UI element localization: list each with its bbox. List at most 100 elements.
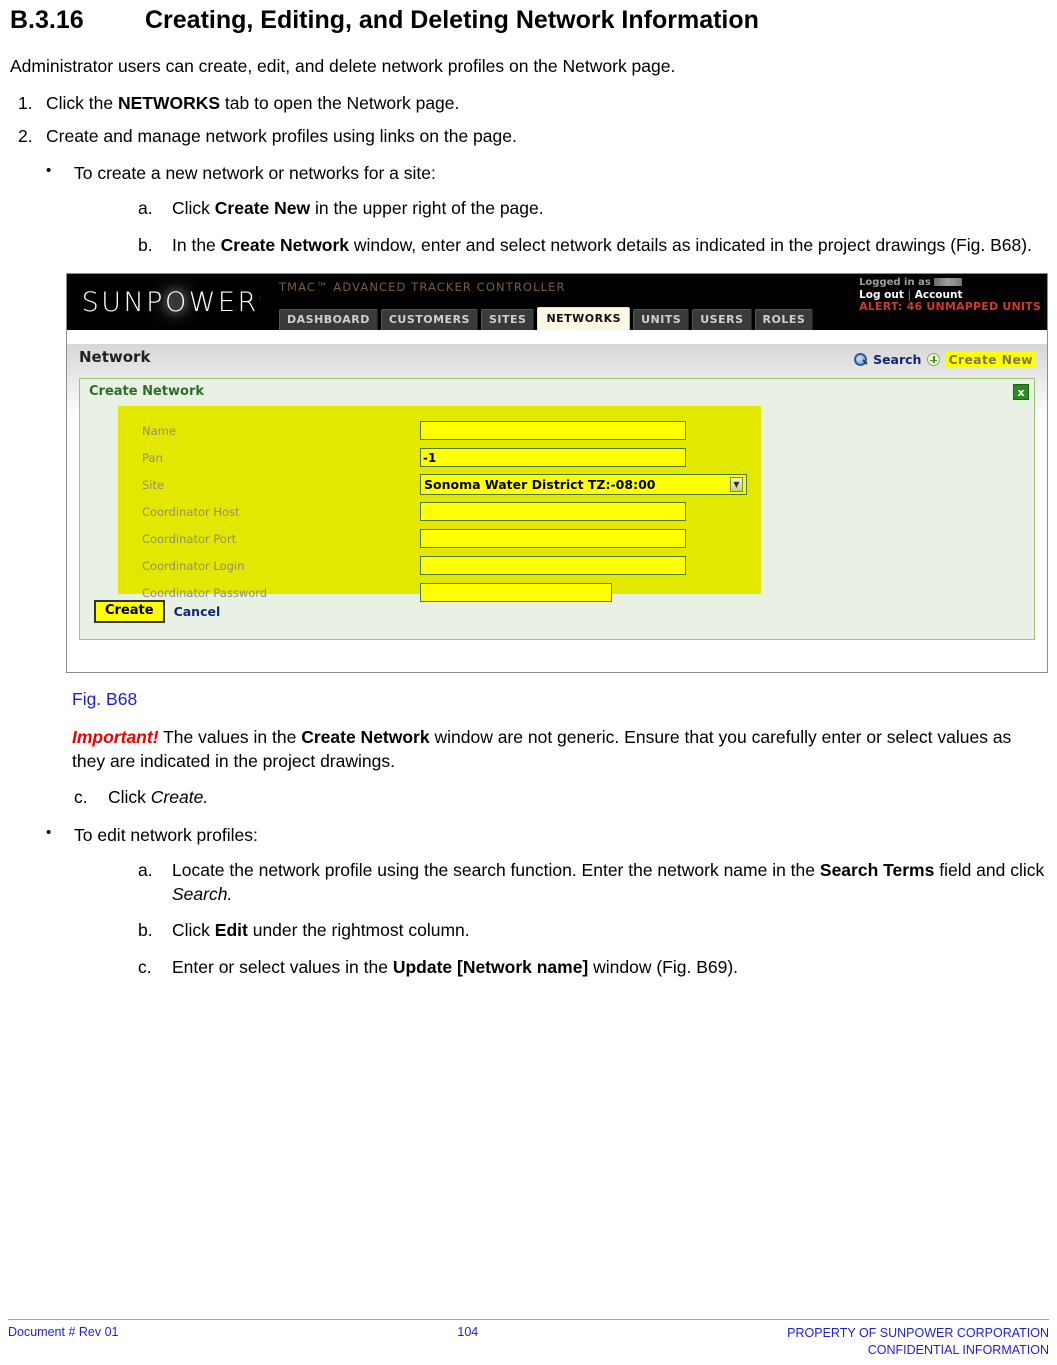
tab-customers[interactable]: CUSTOMERS xyxy=(380,309,478,331)
create-substep-a-post: in the upper right of the page. xyxy=(310,198,544,219)
create-substep-a: a. Click Create New in the upper right of… xyxy=(74,197,1047,220)
panel-title: Create Network xyxy=(89,384,205,400)
label-coordinator-host: Coordinator Host xyxy=(142,504,240,519)
footer-rule xyxy=(8,1319,1049,1321)
account-link[interactable]: Account xyxy=(915,289,963,301)
create-network-form: Name Pan -1 Site Sonoma Water District T… xyxy=(118,406,761,603)
footer-document-id: Document # Rev 01 xyxy=(8,1325,119,1340)
create-substep-a-bold: Create New xyxy=(214,198,311,219)
logged-in-as-label: Logged in as xyxy=(859,277,931,289)
edit-substep-a: a. Locate the network profile using the s… xyxy=(74,859,1047,906)
create-button[interactable]: Create xyxy=(94,600,165,624)
close-icon[interactable]: x xyxy=(1013,384,1029,401)
step-2: 2. Create and manage network profiles usi… xyxy=(10,125,1047,148)
step-2-pre: Create and manage network profiles using… xyxy=(46,125,517,146)
edit-substep-a-marker: a. xyxy=(138,860,153,881)
sunpower-logo: SUNPOWER· xyxy=(73,276,273,329)
section-heading: B.3.16 Creating, Editing, and Deleting N… xyxy=(10,6,1047,35)
edit-substep-a-bold: Search Terms xyxy=(819,860,935,881)
search-link[interactable]: Search xyxy=(873,352,921,367)
field-row-name: Name xyxy=(118,417,761,444)
create-substep-a-marker: a. xyxy=(138,198,153,219)
input-coordinator-login[interactable] xyxy=(420,556,686,576)
create-network-panel: Create Network x Name Pan -1 Site Sonoma… xyxy=(79,378,1035,641)
app-content-area: Network Search Create New Create Network… xyxy=(67,344,1047,673)
edit-substep-b-post: under the rightmost column. xyxy=(247,920,470,941)
search-icon xyxy=(854,353,868,367)
bullet-marker-edit: • xyxy=(46,823,52,841)
input-coordinator-password[interactable] xyxy=(420,583,612,603)
bullet-marker: • xyxy=(46,161,52,179)
create-bullet-group: • To create a new network or networks for… xyxy=(10,162,1047,258)
select-site-value: Sonoma Water District TZ:-08:00 xyxy=(424,477,656,493)
edit-substep-c: c. Enter or select values in the Update [… xyxy=(74,956,1047,979)
edit-substep-b-marker: b. xyxy=(138,920,153,941)
plus-circle-icon xyxy=(927,353,941,367)
edit-bullet-group: • To edit network profiles: a. Locate the … xyxy=(10,824,1047,980)
create-new-link[interactable]: Create New xyxy=(946,352,1035,368)
step-1-pre: Click the xyxy=(46,93,118,114)
edit-substep-b-bold: Edit xyxy=(214,920,248,941)
input-name[interactable] xyxy=(420,421,686,441)
product-title: TMAC™ ADVANCED TRACKER CONTROLLER xyxy=(279,280,566,295)
create-substeps-continued: c. Click Create. xyxy=(10,786,1047,809)
edit-substep-c-post: window (Fig. B69). xyxy=(588,956,739,977)
field-row-pan: Pan -1 xyxy=(118,444,761,471)
edit-substep-b: b. Click Edit under the rightmost column. xyxy=(74,919,1047,942)
cancel-link[interactable]: Cancel xyxy=(174,604,221,619)
label-coordinator-login: Coordinator Login xyxy=(142,558,245,573)
footer-page-number: 104 xyxy=(457,1325,479,1340)
create-substep-c: c. Click Create. xyxy=(10,786,1047,809)
footer-grid: Document # Rev 01 104 PROPERTY OF SUNPOW… xyxy=(8,1325,1049,1359)
document-page: B.3.16 Creating, Editing, and Deleting N… xyxy=(0,6,1057,1365)
link-separator: | xyxy=(907,289,912,302)
tab-networks[interactable]: NETWORKS xyxy=(537,307,631,331)
logout-link[interactable]: Log out xyxy=(859,289,904,301)
create-substep-b-marker: b. xyxy=(138,234,153,255)
create-substep-b-bold: Create Network xyxy=(220,234,350,255)
logo-sun-glyph: O xyxy=(164,286,189,318)
create-substep-b-pre: In the xyxy=(172,234,221,255)
important-note: Important! The values in the Create Netw… xyxy=(72,726,1047,773)
create-substep-c-pre: Click xyxy=(108,787,151,808)
important-bold: Create Network xyxy=(301,727,430,748)
important-label: Important! xyxy=(72,727,159,748)
page-title: Network xyxy=(79,348,151,367)
create-substep-c-italic: Create. xyxy=(150,787,209,808)
footer-property-line: PROPERTY OF SUNPOWER CORPORATION xyxy=(787,1326,1049,1341)
edit-substep-c-bold: Update [Network name] xyxy=(392,956,589,977)
create-substep-b: b. In the Create Network window, enter an… xyxy=(74,234,1047,257)
document-body: B.3.16 Creating, Editing, and Deleting N… xyxy=(0,6,1057,979)
edit-substeps: a. Locate the network profile using the s… xyxy=(74,859,1047,979)
field-row-coordinator-host: Coordinator Host xyxy=(118,498,761,525)
input-pan[interactable]: -1 xyxy=(420,448,686,468)
tab-units[interactable]: UNITS xyxy=(633,309,690,331)
input-coordinator-host[interactable] xyxy=(420,502,686,522)
intro-paragraph: Administrator users can create, edit, an… xyxy=(10,56,676,76)
bullet-edit-text: To edit network profiles: xyxy=(74,824,258,845)
bullet-create-text: To create a new network or networks for … xyxy=(74,162,436,183)
account-block: Logged in as Log out | Account ALERT: 46… xyxy=(859,277,1041,314)
tab-dashboard[interactable]: DASHBOARD xyxy=(279,309,378,331)
tab-roles[interactable]: ROLES xyxy=(754,309,814,331)
step-2-marker: 2. xyxy=(18,125,33,146)
form-button-row: Create Cancel xyxy=(94,600,221,624)
step-1-marker: 1. xyxy=(18,93,33,114)
tab-users[interactable]: USERS xyxy=(692,309,752,331)
figure-caption: Fig. B68 xyxy=(72,689,138,710)
logo-part2: WER xyxy=(188,286,259,318)
tab-sites[interactable]: SITES xyxy=(480,309,535,331)
create-substep-c-marker: c. xyxy=(74,787,88,808)
edit-substep-a-mid: field and click xyxy=(934,860,1045,881)
step-1-post: tab to open the Network page. xyxy=(220,93,460,114)
edit-substep-b-pre: Click xyxy=(172,920,215,941)
important-pre: The values in the xyxy=(158,727,302,748)
username-redacted xyxy=(934,278,963,287)
create-substep-b-post: window, enter and select network details… xyxy=(349,234,1032,255)
select-site[interactable]: Sonoma Water District TZ:-08:00 ▼ xyxy=(420,474,747,496)
section-title: Creating, Editing, and Deleting Network … xyxy=(145,6,759,34)
input-coordinator-port[interactable] xyxy=(420,529,686,549)
field-row-coordinator-port: Coordinator Port xyxy=(118,525,761,552)
alert-banner[interactable]: ALERT: 46 UNMAPPED UNITS xyxy=(859,300,1041,314)
field-row-site: Site Sonoma Water District TZ:-08:00 ▼ xyxy=(118,471,761,498)
